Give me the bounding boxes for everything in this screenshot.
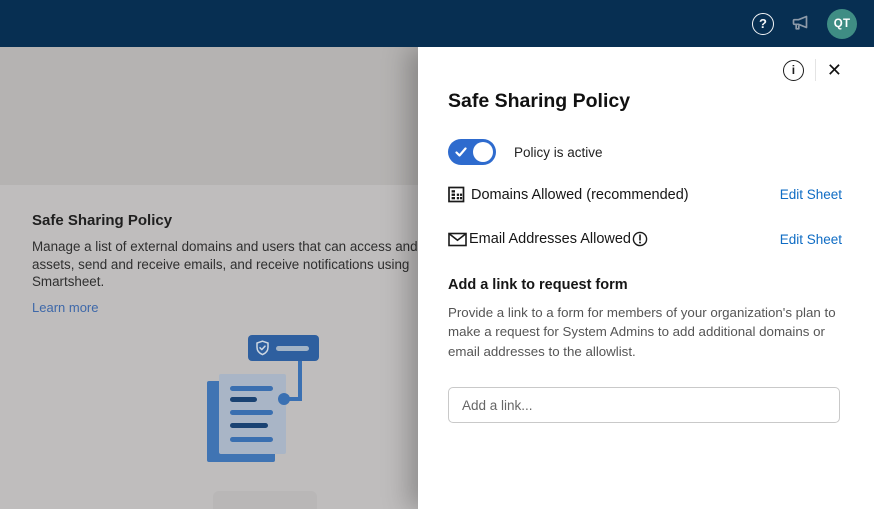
sheet-grid-icon [448, 186, 465, 203]
email-addresses-allowed-row: Email Addresses Allowed Edit Sheet [448, 231, 842, 247]
page-title: Safe Sharing Policy [32, 212, 418, 229]
safe-sharing-policy-panel: i ✕ Safe Sharing Policy Policy is active [418, 47, 874, 509]
panel-header-icons: i ✕ [448, 57, 842, 83]
badge-text-line [276, 346, 309, 351]
help-icon-glyph: ? [759, 16, 767, 31]
check-icon [455, 146, 467, 158]
domains-allowed-label: Domains Allowed (recommended) [471, 187, 689, 203]
announcement-megaphone-icon[interactable] [790, 14, 811, 33]
page-description-line: assets, send and receive emails, and rec… [32, 256, 418, 274]
envelope-icon [448, 232, 467, 247]
illustration-security-badge [248, 335, 319, 361]
toggle-label: Policy is active [514, 145, 603, 160]
edit-sheet-link-emails[interactable]: Edit Sheet [780, 232, 842, 247]
policy-active-row: Policy is active [448, 139, 842, 165]
alert-circle-icon[interactable] [632, 231, 648, 247]
illustration-connector-dot [278, 393, 290, 405]
illustration-front-document [219, 374, 286, 454]
manage-button[interactable]: Manage [213, 491, 317, 509]
illustration-connector-vertical [298, 357, 302, 401]
request-form-heading: Add a link to request form [448, 277, 842, 293]
request-form-description: Provide a link to a form for members of … [448, 303, 848, 361]
user-avatar[interactable]: QT [827, 9, 857, 39]
help-icon[interactable]: ? [752, 13, 774, 35]
domains-allowed-row: Domains Allowed (recommended) Edit Sheet [448, 186, 842, 203]
learn-more-link[interactable]: Learn more [32, 300, 98, 315]
page-description-line: Manage a list of external domains and us… [32, 238, 418, 256]
panel-title: Safe Sharing Policy [448, 90, 842, 113]
shield-check-icon [255, 340, 270, 356]
email-addresses-allowed-label: Email Addresses Allowed [469, 231, 631, 247]
avatar-initials: QT [834, 18, 851, 30]
edit-sheet-link-domains[interactable]: Edit Sheet [780, 187, 842, 202]
icon-divider [815, 59, 816, 81]
close-icon[interactable]: ✕ [827, 61, 842, 79]
page-description-block: Safe Sharing Policy Manage a list of ext… [32, 212, 418, 317]
policy-active-toggle[interactable] [448, 139, 496, 165]
page-description-line: Smartsheet. [32, 273, 418, 291]
request-form-link-input[interactable] [448, 387, 840, 423]
toggle-knob [473, 142, 493, 162]
top-navigation-bar: ? QT [0, 0, 874, 47]
info-icon[interactable]: i [783, 60, 804, 81]
